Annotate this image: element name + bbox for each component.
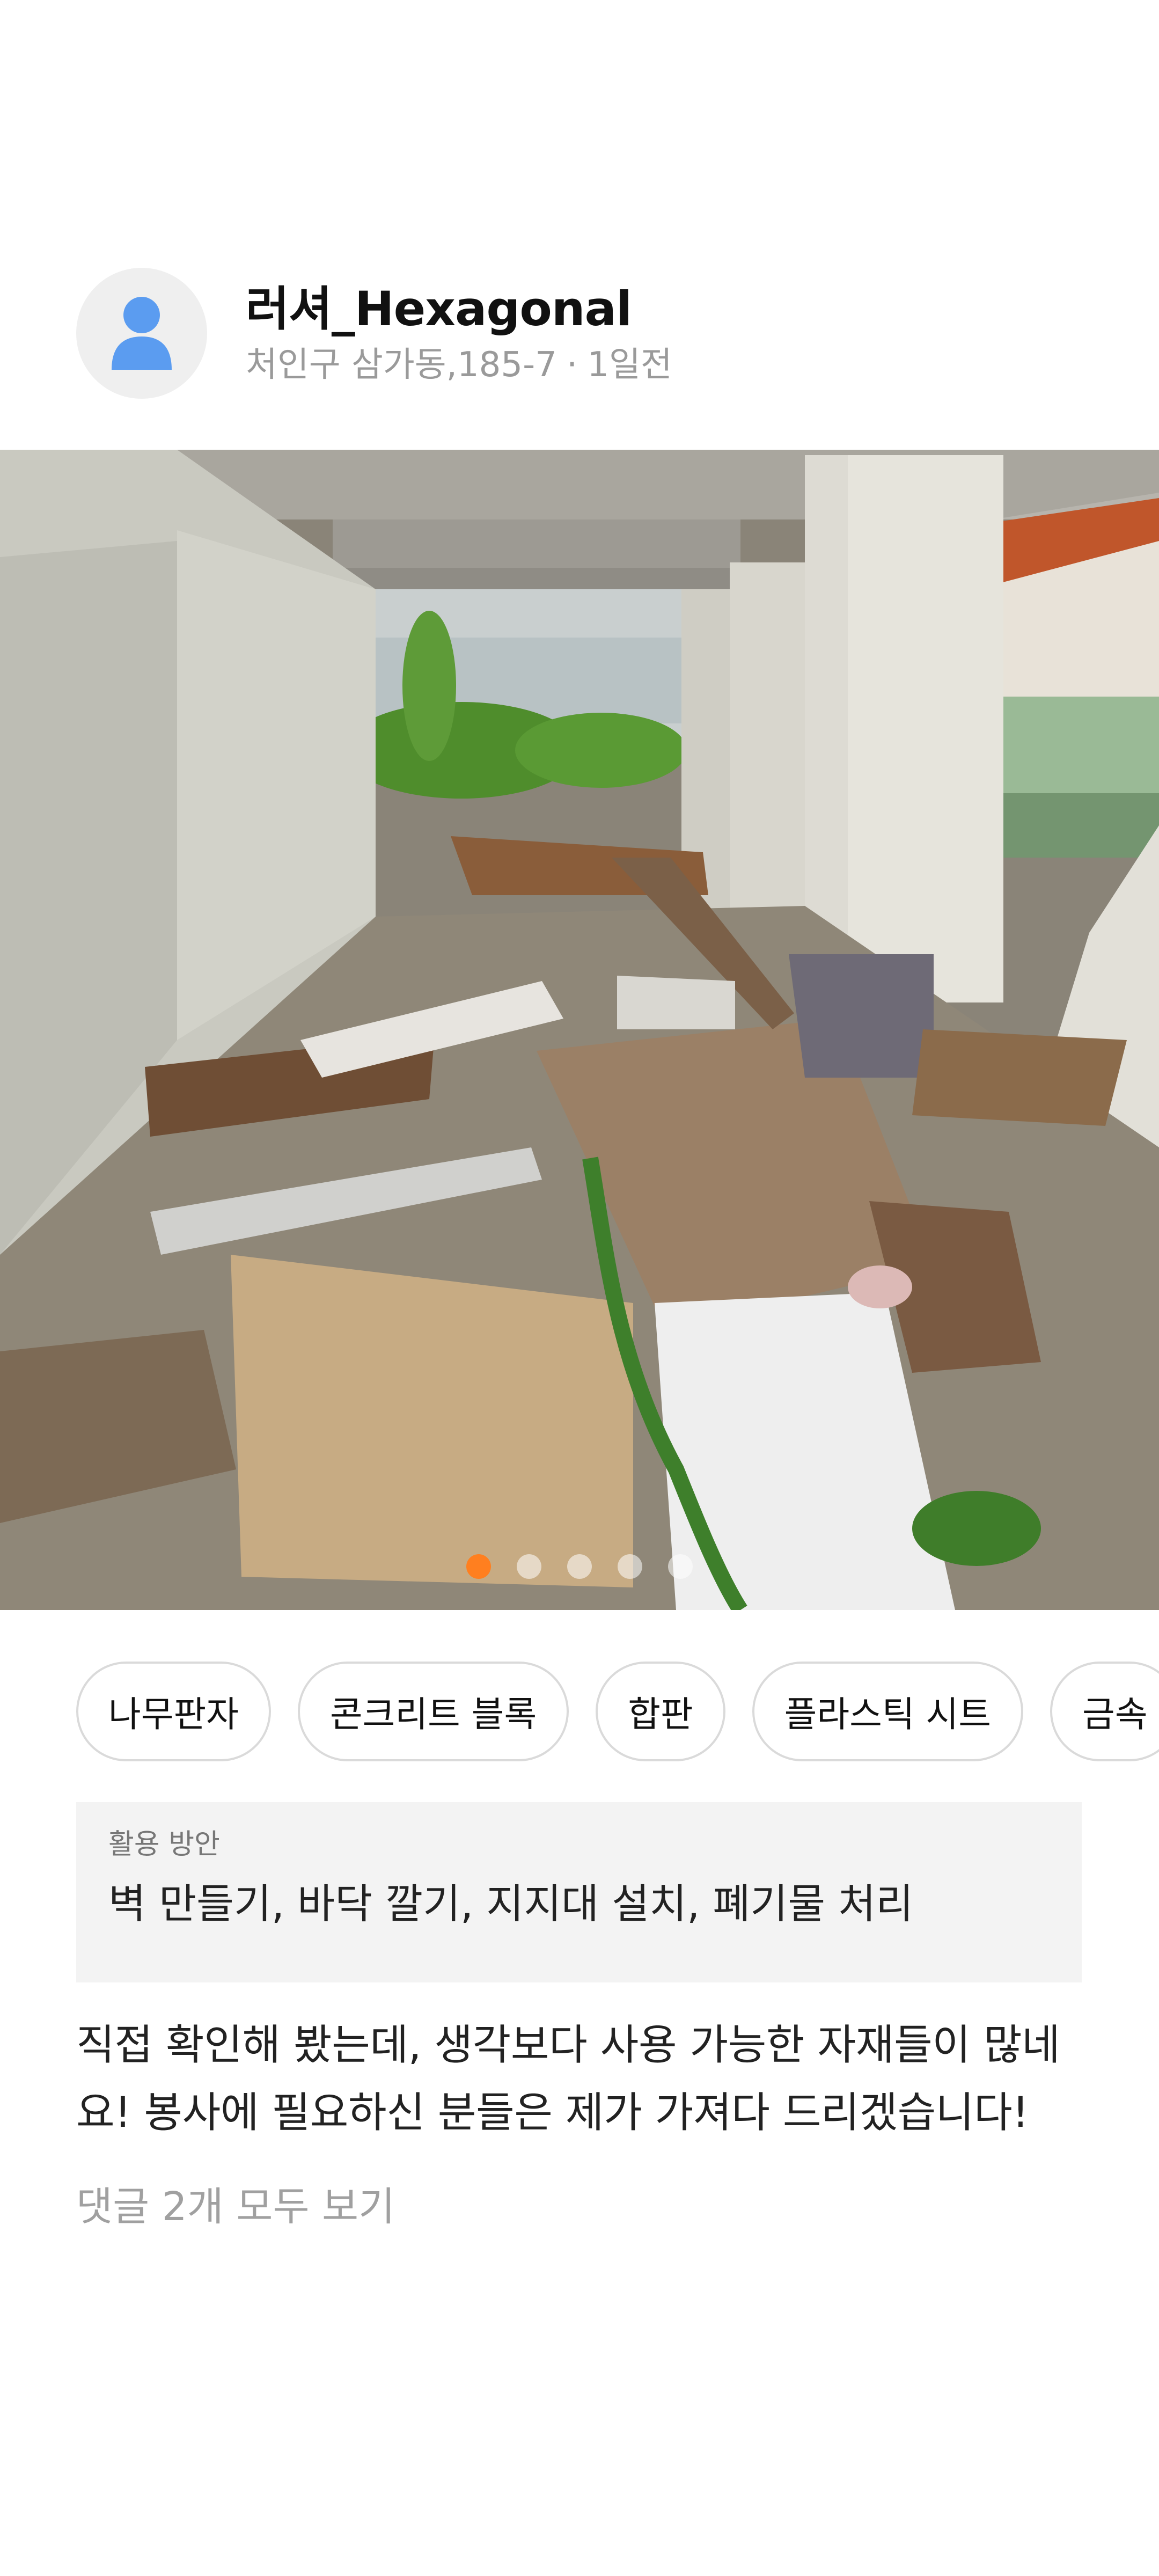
material-chip[interactable]: 플라스틱 시트 xyxy=(752,1662,1023,1761)
material-chip[interactable]: 콘크리트 블록 xyxy=(297,1662,569,1761)
carousel-dot[interactable] xyxy=(567,1554,592,1579)
post-body: 직접 확인해 봤는데, 생각보다 사용 가능한 자재들이 많네요! 봉사에 필요… xyxy=(76,2021,1060,2137)
material-chip[interactable]: 금속 xyxy=(1050,1662,1159,1761)
post-photo[interactable] xyxy=(0,450,1159,1610)
post-header: 러셔_Hexagonal 처인구 삼가동,185-7 · 1일전 xyxy=(76,267,672,399)
user-icon xyxy=(112,297,172,370)
username[interactable]: 러셔_Hexagonal xyxy=(246,281,672,335)
post-meta: 처인구 삼가동,185-7 · 1일전 xyxy=(246,345,672,385)
carousel-indicator[interactable] xyxy=(0,1554,1159,1579)
material-chip[interactable]: 합판 xyxy=(596,1662,725,1761)
view-comments-link[interactable]: 댓글 2개 모두 보기 xyxy=(76,2183,395,2231)
photo-image xyxy=(0,450,1159,1610)
carousel-dot[interactable] xyxy=(466,1554,491,1579)
usage-label: 활용 방안 xyxy=(108,1828,220,1861)
carousel-dot[interactable] xyxy=(668,1554,693,1579)
usage-text: 벽 만들기, 바닥 깔기, 지지대 설치, 폐기물 처리 xyxy=(108,1880,914,1928)
time-ago: 1일전 xyxy=(587,345,672,385)
user-info: 러셔_Hexagonal 처인구 삼가동,185-7 · 1일전 xyxy=(246,281,672,385)
material-chip[interactable]: 나무판자 xyxy=(76,1662,271,1761)
carousel-dot[interactable] xyxy=(517,1554,541,1579)
usage-box: 활용 방안 벽 만들기, 바닥 깔기, 지지대 설치, 폐기물 처리 xyxy=(76,1802,1082,1982)
avatar[interactable] xyxy=(76,268,207,399)
meta-separator: · xyxy=(566,345,578,385)
material-chips[interactable]: 나무판자 콘크리트 블록 합판 플라스틱 시트 금속 xyxy=(76,1662,1159,1766)
carousel-dot[interactable] xyxy=(618,1554,642,1579)
location-text: 처인구 삼가동,185-7 xyxy=(246,345,557,385)
